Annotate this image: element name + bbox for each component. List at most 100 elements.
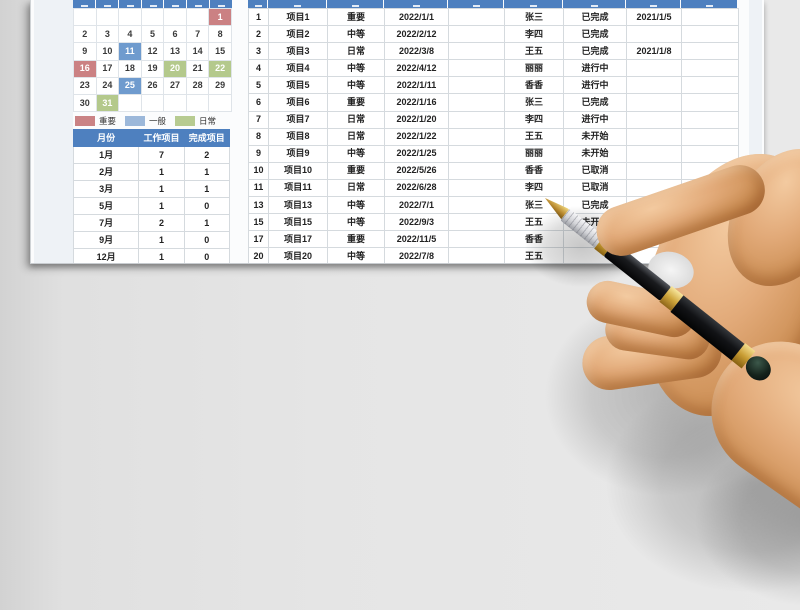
project-cell: 已取消 — [563, 178, 627, 198]
project-cell — [448, 25, 505, 44]
calendar-day-cell: 2 — [73, 25, 97, 44]
stats-cell: 1 — [138, 231, 185, 249]
calendar-day-cell: 11 — [118, 42, 142, 61]
stats-header-month: 月份 — [72, 129, 140, 147]
project-cell: 2022/7/1 — [384, 196, 449, 215]
calendar-day-cell: 18 — [118, 59, 142, 78]
project-cell: 4 — [248, 59, 269, 78]
calendar-day-cell: 15 — [208, 42, 232, 61]
project-cell: 2022/1/20 — [384, 110, 449, 129]
project-row: 3 项目3 日常 2022/3/8 王五 已完成 2021/1/8 — [248, 42, 739, 61]
project-cell: 9 — [248, 144, 269, 163]
project-cell: 进行中 — [563, 76, 627, 95]
project-cell: 项目3 — [268, 42, 328, 61]
project-cell: 中等 — [327, 247, 385, 263]
project-cell: 丽丽 — [504, 59, 564, 78]
project-cell: 张三 — [504, 7, 564, 27]
calendar-day-cell — [163, 7, 187, 27]
project-cell: 香香 — [504, 161, 564, 180]
legend-label-important: 重要 — [99, 115, 117, 126]
project-cell — [448, 7, 505, 27]
calendar: 1 2 3 4 5 6 7 8 9 10 11 12 13 14 15 16 17 18 19 20 21 22 23 24 2… — [73, 7, 232, 113]
project-cell — [626, 93, 682, 112]
project-cell: 17 — [248, 230, 269, 249]
project-cell — [681, 93, 739, 112]
project-cell: 2022/1/22 — [384, 127, 449, 146]
calendar-day-cell: 22 — [208, 59, 232, 78]
projects-header-cell — [504, 0, 562, 8]
stats-cell: 1 — [183, 180, 231, 198]
project-cell — [681, 7, 739, 27]
project-cell — [448, 161, 505, 180]
project-row: 5 项目5 中等 2022/1/11 香香 进行中 — [248, 76, 739, 95]
calendar-day-cell — [208, 93, 232, 113]
project-cell: 进行中 — [563, 59, 627, 78]
project-cell: 2022/2/12 — [384, 25, 449, 44]
project-cell: 张三 — [504, 93, 564, 112]
project-cell: 2022/1/11 — [384, 76, 449, 95]
project-cell — [448, 42, 505, 61]
stats-cell: 7 — [138, 146, 185, 164]
stats-cell: 9月 — [72, 231, 140, 249]
project-cell — [448, 213, 505, 232]
calendar-day-cell: 13 — [163, 42, 187, 61]
project-cell: 2022/4/12 — [384, 59, 449, 78]
calendar-day-cell: 3 — [95, 25, 120, 44]
calendar-day-cell: 1 — [208, 7, 232, 27]
project-cell: 已完成 — [563, 42, 627, 61]
project-cell: 6 — [248, 93, 269, 112]
calendar-day-cell: 4 — [118, 25, 142, 44]
project-row: 8 项目8 日常 2022/1/22 王五 未开始 — [248, 127, 739, 146]
calendar-day-cell: 10 — [95, 42, 120, 61]
project-cell: 日常 — [327, 42, 385, 61]
project-cell: 李四 — [504, 25, 564, 44]
calendar-day-cell: 20 — [163, 59, 187, 78]
project-cell: 项目9 — [268, 144, 328, 163]
calendar-day-cell: 27 — [163, 76, 187, 95]
project-row: 7 项目7 日常 2022/1/20 李四 进行中 — [248, 110, 739, 129]
stats-cell: 2 — [138, 214, 185, 232]
project-row: 4 项目4 中等 2022/4/12 丽丽 进行中 — [248, 59, 739, 78]
project-cell — [626, 59, 682, 78]
stats-cell: 1月 — [72, 146, 140, 164]
project-cell — [448, 144, 505, 163]
project-cell: 李四 — [504, 110, 564, 129]
stage: 1 2 3 4 5 6 7 8 9 10 11 12 13 14 15 16 17 18 19 20 21 22 23 24 2… — [0, 0, 800, 610]
calendar-day-cell: 31 — [95, 93, 120, 113]
project-cell: 项目8 — [268, 127, 328, 146]
project-row: 10 项目10 重要 2022/5/26 香香 已取消 — [248, 161, 739, 180]
weekday-header-cell — [118, 0, 141, 8]
stats-cell: 1 — [138, 197, 185, 215]
calendar-day-cell: 29 — [208, 76, 232, 95]
project-cell: 2022/1/16 — [384, 93, 449, 112]
project-cell — [681, 25, 739, 44]
project-cell: 中等 — [327, 25, 385, 44]
stats-cell: 0 — [183, 197, 231, 215]
weekday-header-cell — [164, 0, 187, 8]
project-cell: 日常 — [327, 110, 385, 129]
calendar-legend: 重要 一般 日常 — [75, 115, 245, 127]
project-cell: 香香 — [504, 76, 564, 95]
project-cell: 2 — [248, 25, 269, 44]
calendar-day-cell: 25 — [118, 76, 142, 95]
calendar-day-cell: 9 — [73, 42, 97, 61]
project-cell: 1 — [248, 7, 269, 27]
projects-header-cell — [448, 0, 503, 8]
project-cell: 重要 — [327, 161, 385, 180]
legend-label-daily: 日常 — [199, 115, 217, 126]
calendar-day-cell — [95, 7, 120, 27]
project-cell — [448, 110, 505, 129]
weekday-header-cell — [73, 0, 95, 8]
calendar-day-cell — [163, 93, 187, 113]
project-cell: 2022/7/8 — [384, 247, 449, 263]
project-cell: 已完成 — [563, 7, 627, 27]
project-cell — [448, 76, 505, 95]
project-cell: 2022/5/26 — [384, 161, 449, 180]
project-cell: 20 — [248, 247, 269, 263]
project-cell: 已完成 — [563, 25, 627, 44]
calendar-day-cell: 12 — [140, 42, 165, 61]
stats-cell: 3月 — [72, 180, 140, 198]
project-cell: 5 — [248, 76, 269, 95]
stats-cell: 1 — [183, 163, 231, 181]
project-cell: 2022/1/1 — [384, 7, 449, 27]
